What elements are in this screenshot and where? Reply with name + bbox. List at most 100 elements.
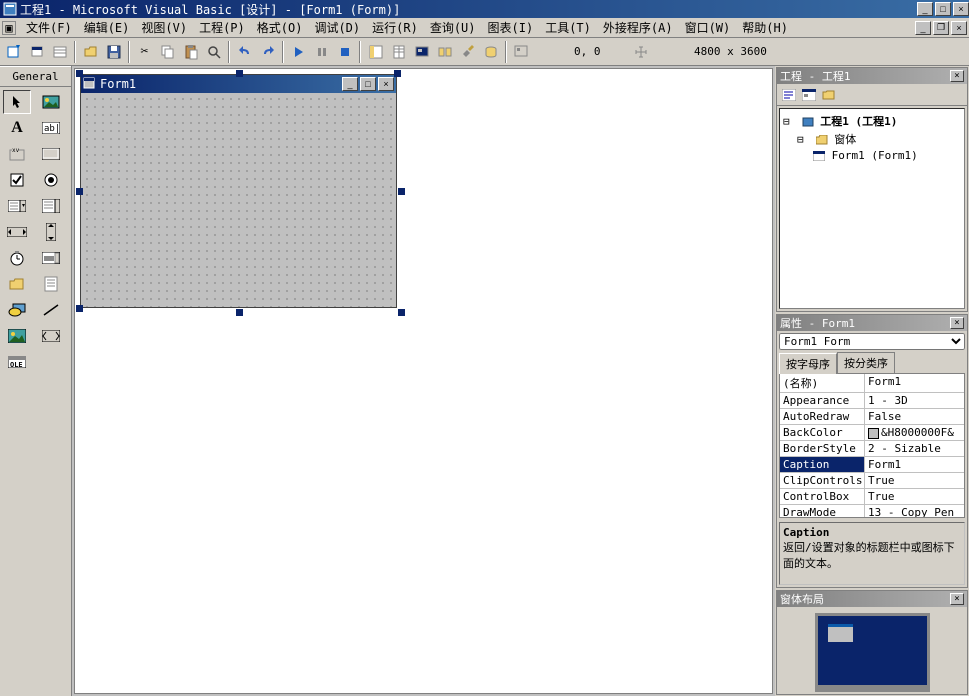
tab-categorized[interactable]: 按分类序 — [837, 352, 895, 373]
property-row-drawmode[interactable]: DrawMode13 - Copy Pen — [780, 505, 964, 518]
resize-handle-ne[interactable] — [394, 70, 401, 77]
paste-button[interactable] — [179, 41, 202, 63]
property-value[interactable]: Form1 — [865, 457, 964, 472]
start-button[interactable] — [287, 41, 310, 63]
mdi-icon[interactable]: ▣ — [2, 21, 16, 35]
properties-close-button[interactable]: × — [950, 317, 964, 329]
form-layout-close-button[interactable]: × — [950, 593, 964, 605]
listbox-tool[interactable] — [37, 194, 65, 218]
project-explorer-button[interactable] — [364, 41, 387, 63]
menu-tools[interactable]: 工具(T) — [539, 18, 597, 37]
resize-handle-n[interactable] — [236, 70, 243, 77]
find-button[interactable] — [202, 41, 225, 63]
property-row-appearance[interactable]: Appearance1 - 3D — [780, 393, 964, 409]
design-form[interactable]: Form1 _ □ × — [80, 74, 397, 308]
minimize-button[interactable]: _ — [917, 2, 933, 16]
picturebox-tool[interactable] — [37, 90, 65, 114]
cut-button[interactable]: ✂ — [133, 41, 156, 63]
toolbox-button[interactable] — [456, 41, 479, 63]
form-minimize-button[interactable]: _ — [342, 77, 358, 91]
pointer-tool[interactable] — [3, 90, 31, 114]
data-tool[interactable] — [37, 324, 65, 348]
properties-grid[interactable]: (名称)Form1Appearance1 - 3DAutoRedrawFalse… — [779, 373, 965, 518]
form-maximize-button[interactable]: □ — [360, 77, 376, 91]
dirlistbox-tool[interactable] — [3, 272, 31, 296]
menu-help[interactable]: 帮助(H) — [736, 18, 794, 37]
maximize-button[interactable]: □ — [935, 2, 951, 16]
menu-editor-button[interactable] — [48, 41, 71, 63]
form-container[interactable]: Form1 _ □ × — [80, 74, 397, 308]
properties-object-combo[interactable]: Form1 Form — [779, 333, 965, 350]
menu-diagram[interactable]: 图表(I) — [482, 18, 540, 37]
property-value[interactable]: True — [865, 489, 964, 504]
tree-project-root[interactable]: ⊟ 工程1 (工程1) — [783, 112, 961, 130]
drivelistbox-tool[interactable] — [37, 246, 65, 270]
redo-button[interactable] — [256, 41, 279, 63]
label-tool[interactable]: A — [3, 116, 31, 140]
tree-form-item[interactable]: Form1 (Form1) — [783, 148, 961, 163]
textbox-tool[interactable]: ab| — [37, 116, 65, 140]
toggle-folders-button[interactable] — [819, 86, 839, 104]
menu-view[interactable]: 视图(V) — [135, 18, 193, 37]
form-layout-button[interactable] — [410, 41, 433, 63]
combobox-tool[interactable] — [3, 194, 31, 218]
property-row-autoredraw[interactable]: AutoRedrawFalse — [780, 409, 964, 425]
add-form-button[interactable] — [25, 41, 48, 63]
menu-window[interactable]: 窗口(W) — [679, 18, 737, 37]
form-layout-body[interactable] — [777, 607, 967, 694]
menu-query[interactable]: 查询(U) — [424, 18, 482, 37]
end-button[interactable] — [333, 41, 356, 63]
image-tool[interactable] — [3, 324, 31, 348]
resize-handle-s[interactable] — [236, 309, 243, 316]
data-view-button[interactable] — [479, 41, 502, 63]
checkbox-tool[interactable] — [3, 168, 31, 192]
form-designer[interactable]: Form1 _ □ × — [74, 68, 773, 694]
resize-handle-nw[interactable] — [76, 70, 83, 77]
layout-mini-form[interactable] — [828, 624, 853, 642]
property-row-clipcontrols[interactable]: ClipControlsTrue — [780, 473, 964, 489]
form-close-button[interactable]: × — [378, 77, 394, 91]
menu-debug[interactable]: 调试(D) — [308, 18, 366, 37]
optionbutton-tool[interactable] — [37, 168, 65, 192]
add-standard-exe-button[interactable] — [2, 41, 25, 63]
menu-run[interactable]: 运行(R) — [366, 18, 424, 37]
project-tree[interactable]: ⊟ 工程1 (工程1) ⊟ 窗体 Form1 (Form1) — [779, 108, 965, 309]
property-value[interactable]: False — [865, 409, 964, 424]
line-tool[interactable] — [37, 298, 65, 322]
frame-tool[interactable]: xv — [3, 142, 31, 166]
project-explorer-close-button[interactable]: × — [950, 70, 964, 82]
shape-tool[interactable] — [3, 298, 31, 322]
property-value[interactable]: True — [865, 473, 964, 488]
property-row-名称[interactable]: (名称)Form1 — [780, 374, 964, 393]
save-button[interactable] — [102, 41, 125, 63]
mdi-restore-button[interactable]: ❐ — [933, 21, 949, 35]
vscrollbar-tool[interactable] — [37, 220, 65, 244]
property-value[interactable]: 13 - Copy Pen — [865, 505, 964, 518]
resize-handle-se[interactable] — [398, 309, 405, 316]
property-row-borderstyle[interactable]: BorderStyle2 - Sizable — [780, 441, 964, 457]
property-row-caption[interactable]: CaptionForm1 — [780, 457, 964, 473]
copy-button[interactable] — [156, 41, 179, 63]
form-client-area[interactable] — [81, 93, 396, 307]
property-row-controlbox[interactable]: ControlBoxTrue — [780, 489, 964, 505]
resize-handle-e[interactable] — [398, 188, 405, 195]
property-value[interactable]: 1 - 3D — [865, 393, 964, 408]
resize-handle-w[interactable] — [76, 188, 83, 195]
break-button[interactable] — [310, 41, 333, 63]
resize-handle-sw[interactable] — [76, 305, 83, 312]
commandbutton-tool[interactable] — [37, 142, 65, 166]
undo-button[interactable] — [233, 41, 256, 63]
property-value[interactable]: &H8000000F& — [865, 425, 964, 440]
mdi-close-button[interactable]: × — [951, 21, 967, 35]
property-value[interactable]: 2 - Sizable — [865, 441, 964, 456]
menu-format[interactable]: 格式(O) — [251, 18, 309, 37]
view-code-button[interactable] — [779, 86, 799, 104]
timer-tool[interactable] — [3, 246, 31, 270]
toolbox-title[interactable]: General — [0, 66, 71, 87]
ole-tool[interactable]: OLE — [3, 350, 31, 374]
properties-window-button[interactable] — [387, 41, 410, 63]
hscrollbar-tool[interactable] — [3, 220, 31, 244]
filelistbox-tool[interactable] — [37, 272, 65, 296]
menu-project[interactable]: 工程(P) — [193, 18, 251, 37]
close-button[interactable]: × — [953, 2, 969, 16]
